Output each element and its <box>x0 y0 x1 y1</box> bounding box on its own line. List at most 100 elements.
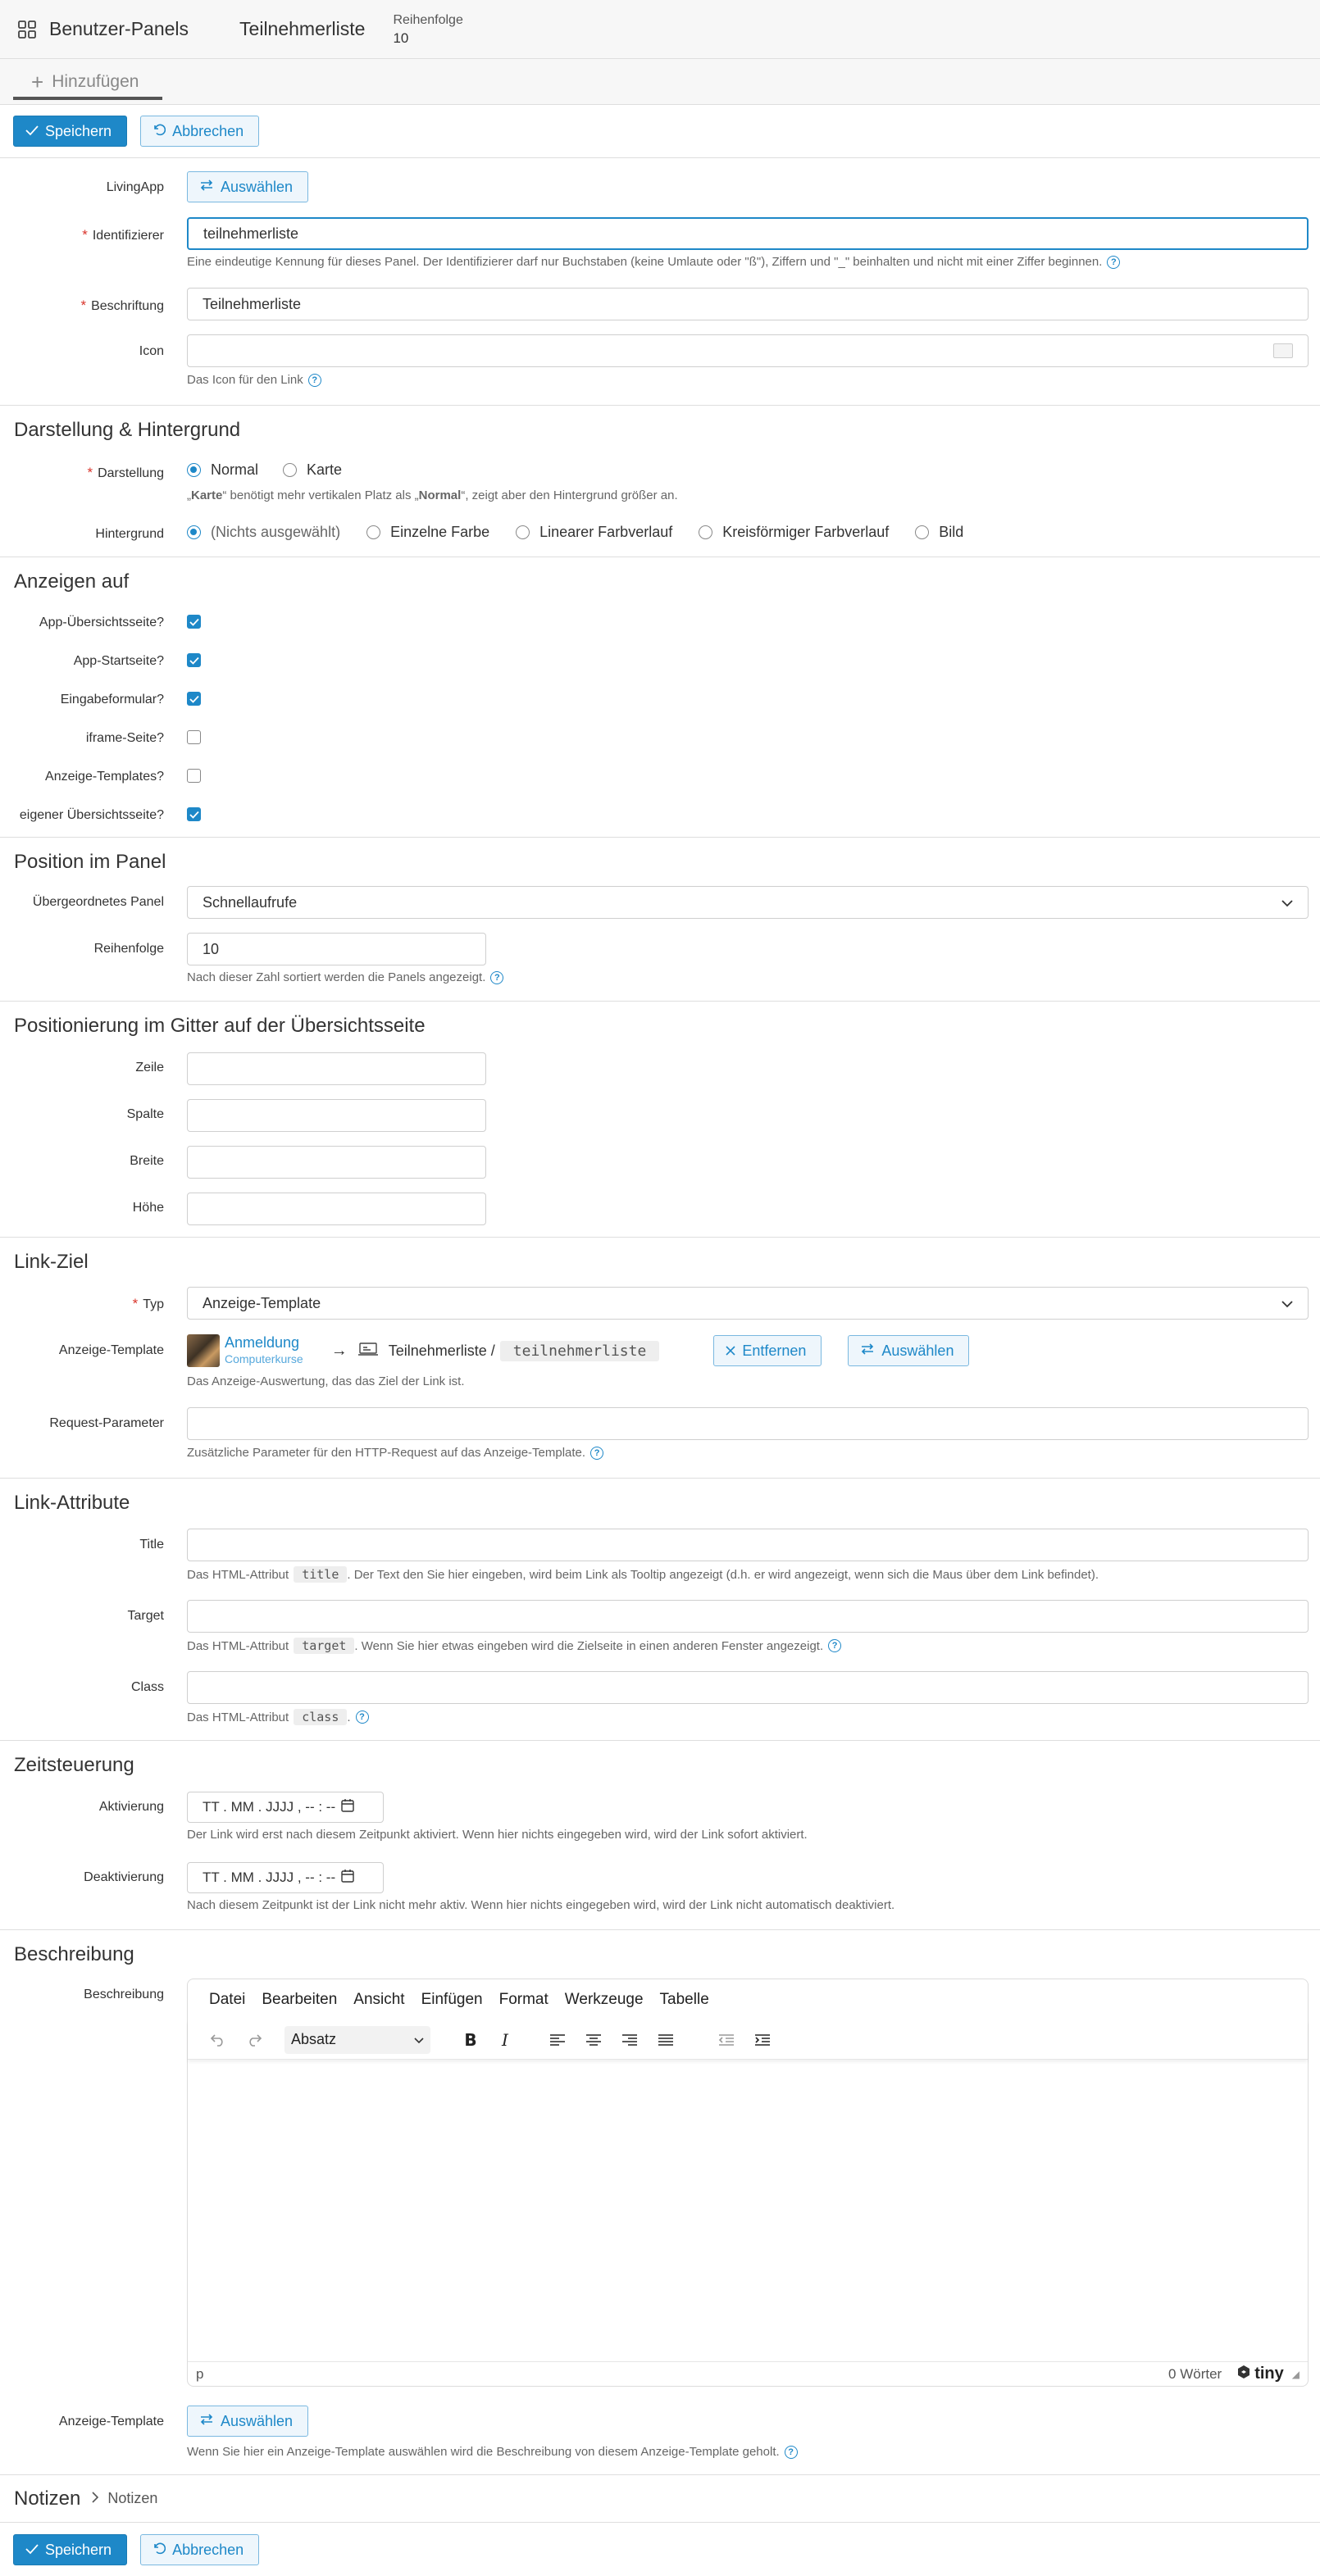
menu-bearbeiten[interactable]: Bearbeiten <box>262 1991 337 2009</box>
radio-unselected <box>699 525 713 539</box>
cancel-button-bottom[interactable]: Abbrechen <box>140 2534 260 2565</box>
parent-panel-label: Übergeordnetes Panel <box>32 895 164 909</box>
show-on-form-checkbox[interactable] <box>187 692 201 706</box>
menu-ansicht[interactable]: Ansicht <box>353 1991 404 2009</box>
menu-tabelle[interactable]: Tabelle <box>660 1991 709 2009</box>
editor-content-area[interactable] <box>188 2060 1308 2361</box>
resize-handle-icon[interactable]: ◢ <box>1292 2369 1300 2380</box>
icon-help-text: Das Icon für den Link <box>187 373 303 387</box>
target-attr-code: target <box>294 1638 355 1654</box>
background-option-none-label: (Nichts ausgewählt) <box>211 524 341 540</box>
target-attr-input[interactable] <box>187 1600 1309 1633</box>
identifier-input[interactable]: teilnehmerliste <box>187 217 1309 250</box>
redo-icon[interactable] <box>242 2028 266 2052</box>
help-icon[interactable]: ? <box>355 1711 369 1724</box>
bold-icon[interactable]: B <box>458 2028 483 2052</box>
align-justify-icon[interactable] <box>653 2028 678 2052</box>
save-button-bottom[interactable]: Speichern <box>13 2534 128 2565</box>
chevron-down-icon <box>1281 1295 1293 1312</box>
menu-werkzeuge[interactable]: Werkzeuge <box>565 1991 644 2009</box>
icon-input[interactable] <box>187 334 1309 367</box>
background-option-color[interactable]: Einzelne Farbe <box>366 524 489 541</box>
align-left-icon[interactable] <box>545 2028 570 2052</box>
grid-col-input[interactable] <box>187 1099 486 1132</box>
background-option-none[interactable]: (Nichts ausgewählt) <box>187 524 340 541</box>
description-template-select-button[interactable]: Auswählen <box>187 2406 309 2437</box>
outdent-icon[interactable] <box>714 2028 739 2052</box>
background-option-linear[interactable]: Linearer Farbverlauf <box>516 524 672 541</box>
help-icon[interactable]: ? <box>307 373 321 387</box>
caption-input[interactable]: Teilnehmerliste <box>187 288 1309 320</box>
help-icon[interactable]: ? <box>828 1639 842 1652</box>
cancel-button-label: Abbrechen <box>172 122 244 139</box>
cancel-button-label: Abbrechen <box>172 2541 244 2558</box>
background-option-radial[interactable]: Kreisförmiger Farbverlauf <box>699 524 889 541</box>
class-attr-label: Class <box>130 1680 164 1694</box>
parent-panel-select[interactable]: Schnellaufrufe <box>187 886 1309 919</box>
order-input[interactable]: 10 <box>187 933 486 965</box>
icon-label: Icon <box>139 344 164 358</box>
timing-title: Zeitsteuerung <box>14 1754 134 1776</box>
menu-datei[interactable]: Datei <box>209 1991 245 2009</box>
show-on-overview-checkbox[interactable] <box>187 615 201 629</box>
undo-icon[interactable] <box>206 2028 230 2052</box>
notes-title[interactable]: Notizen <box>14 2487 80 2510</box>
type-select[interactable]: Anzeige-Template <box>187 1287 1309 1320</box>
block-format-select[interactable]: Absatz <box>284 2025 430 2054</box>
tiny-logo[interactable]: tiny <box>1236 2365 1284 2384</box>
class-attr-input[interactable] <box>187 1671 1309 1704</box>
help-icon[interactable]: ? <box>784 2445 798 2459</box>
display-help-normal: Normal <box>418 488 462 502</box>
grid-row-input[interactable] <box>187 1052 486 1085</box>
template-remove-button[interactable]: Entfernen <box>713 1335 822 1366</box>
grid-height-input[interactable] <box>187 1193 486 1225</box>
help-icon[interactable]: ? <box>590 1446 604 1460</box>
display-option-normal[interactable]: Normal <box>187 461 258 479</box>
show-on-start-checkbox[interactable] <box>187 653 201 667</box>
show-on-iframe-checkbox[interactable] <box>187 730 201 744</box>
display-help-part3: “, zeigt aber den Hintergrund größer an. <box>461 488 678 502</box>
display-option-karte[interactable]: Karte <box>283 461 342 479</box>
calendar-icon[interactable] <box>340 1798 355 1817</box>
menu-format[interactable]: Format <box>499 1991 548 2009</box>
close-icon <box>726 1343 735 1360</box>
background-label: Hintergrund <box>95 527 164 541</box>
required-marker: * <box>87 465 93 480</box>
activate-datetime-input[interactable]: TT . MM . JJJJ , -- : -- <box>187 1792 384 1823</box>
grid-width-input[interactable] <box>187 1146 486 1179</box>
italic-icon[interactable]: I <box>493 2028 517 2052</box>
app-name: Anmeldung <box>225 1334 300 1351</box>
template-code: teilnehmerliste <box>499 1340 660 1361</box>
tab-add[interactable]: + Hinzufügen <box>13 67 162 100</box>
livingapp-select-button[interactable]: Auswählen <box>187 171 309 202</box>
save-button[interactable]: Speichern <box>13 116 128 147</box>
show-on-templates-checkbox[interactable] <box>187 769 201 783</box>
indent-icon[interactable] <box>750 2028 775 2052</box>
cancel-button[interactable]: Abbrechen <box>140 116 260 147</box>
show-on-own-overview-checkbox[interactable] <box>187 807 201 821</box>
align-center-icon[interactable] <box>581 2028 606 2052</box>
deactivate-help-text: Nach diesem Zeitpunkt ist der Link nicht… <box>187 1898 895 1912</box>
background-option-image[interactable]: Bild <box>915 524 963 541</box>
display-label-text: Darstellung <box>98 466 164 480</box>
menu-einfuegen[interactable]: Einfügen <box>421 1991 483 2009</box>
identifier-label: * Identifizierer <box>0 227 164 243</box>
display-option-normal-label: Normal <box>211 461 259 478</box>
align-right-icon[interactable] <box>617 2028 642 2052</box>
help-icon[interactable]: ? <box>1107 255 1121 269</box>
app-link[interactable]: Anmeldung Computerkurse <box>225 1334 303 1367</box>
target-attr-help-1: Das HTML-Attribut <box>187 1638 289 1653</box>
template-select-button[interactable]: Auswählen <box>848 1335 970 1366</box>
tab-add-label: Hinzufügen <box>52 72 139 91</box>
request-input[interactable] <box>187 1407 1309 1440</box>
help-icon[interactable]: ? <box>490 970 504 984</box>
deactivate-datetime-input[interactable]: TT . MM . JJJJ , -- : -- <box>187 1862 384 1893</box>
template-help-text: Das Anzeige-Auswertung, das das Ziel der… <box>187 1374 465 1388</box>
calendar-icon[interactable] <box>340 1869 355 1888</box>
notes-breadcrumb[interactable]: Notizen <box>107 2490 157 2507</box>
icon-picker-icon[interactable] <box>1273 343 1293 358</box>
request-label: Request-Parameter <box>49 1416 164 1430</box>
basic-section: LivingApp Auswählen * Identifizierer teil… <box>0 158 1320 406</box>
icon-help: Das Icon für den Link? <box>187 373 321 387</box>
title-attr-input[interactable] <box>187 1529 1309 1561</box>
